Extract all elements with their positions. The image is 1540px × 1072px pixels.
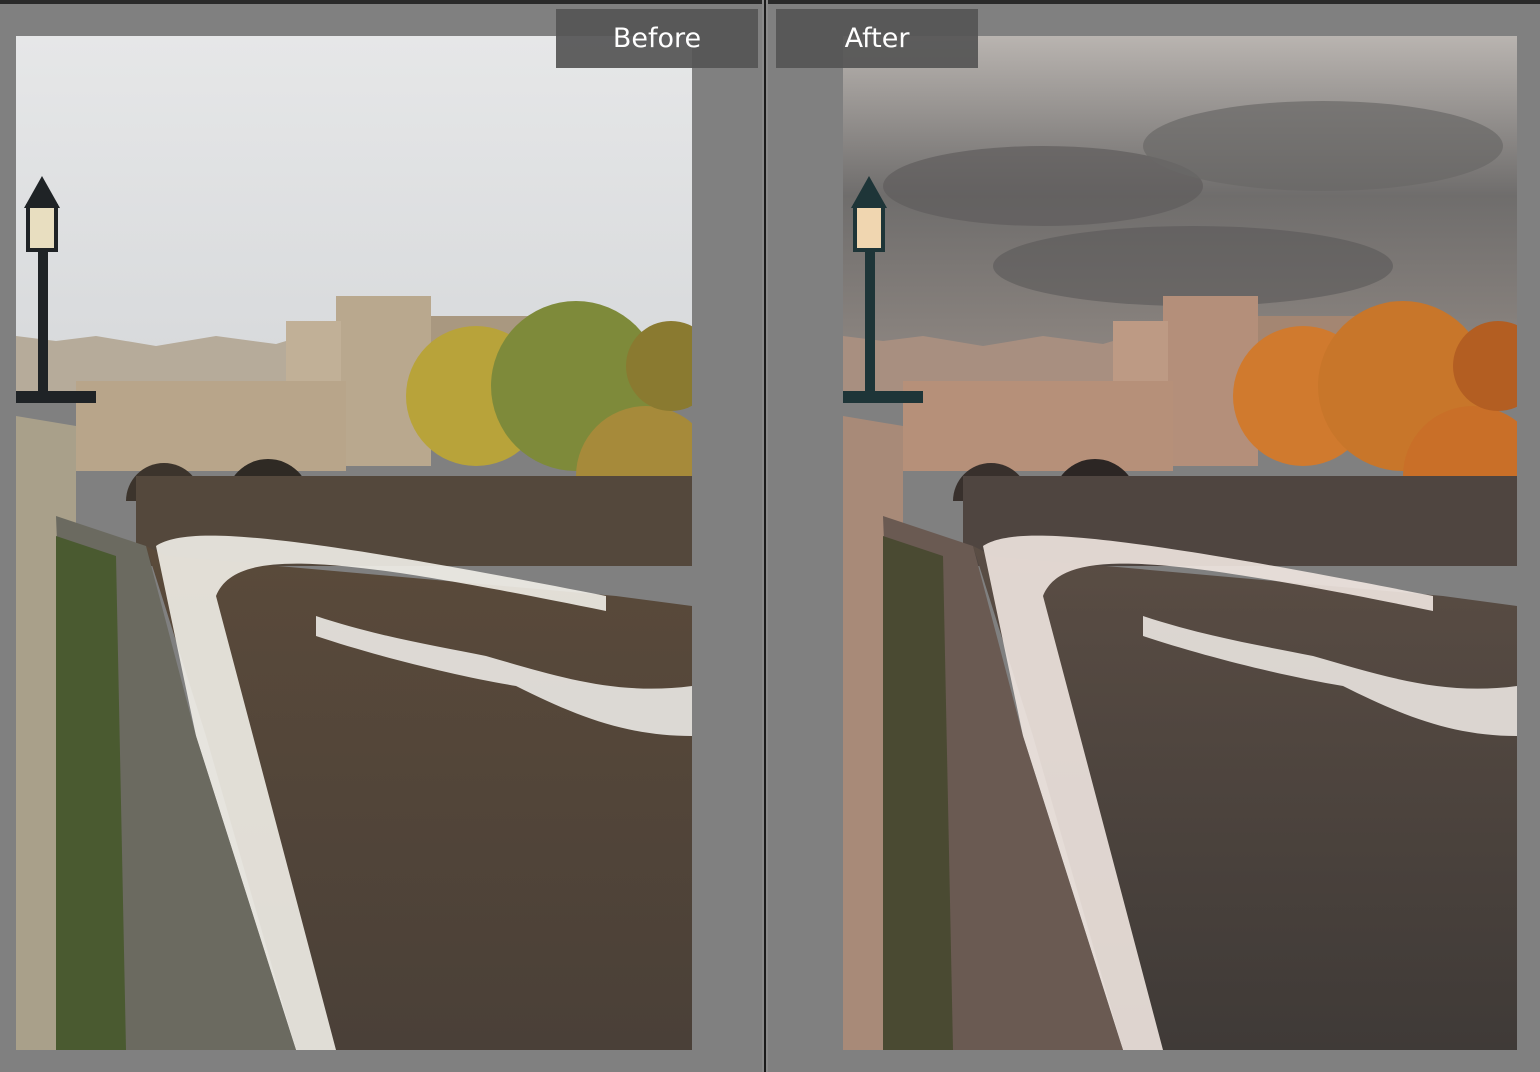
before-pane: Before: [0, 4, 762, 1072]
before-label: Before: [556, 9, 758, 68]
after-pane: After: [768, 4, 1540, 1072]
after-label: After: [776, 9, 978, 68]
after-photo: [843, 36, 1517, 1050]
before-photo: [16, 36, 692, 1050]
